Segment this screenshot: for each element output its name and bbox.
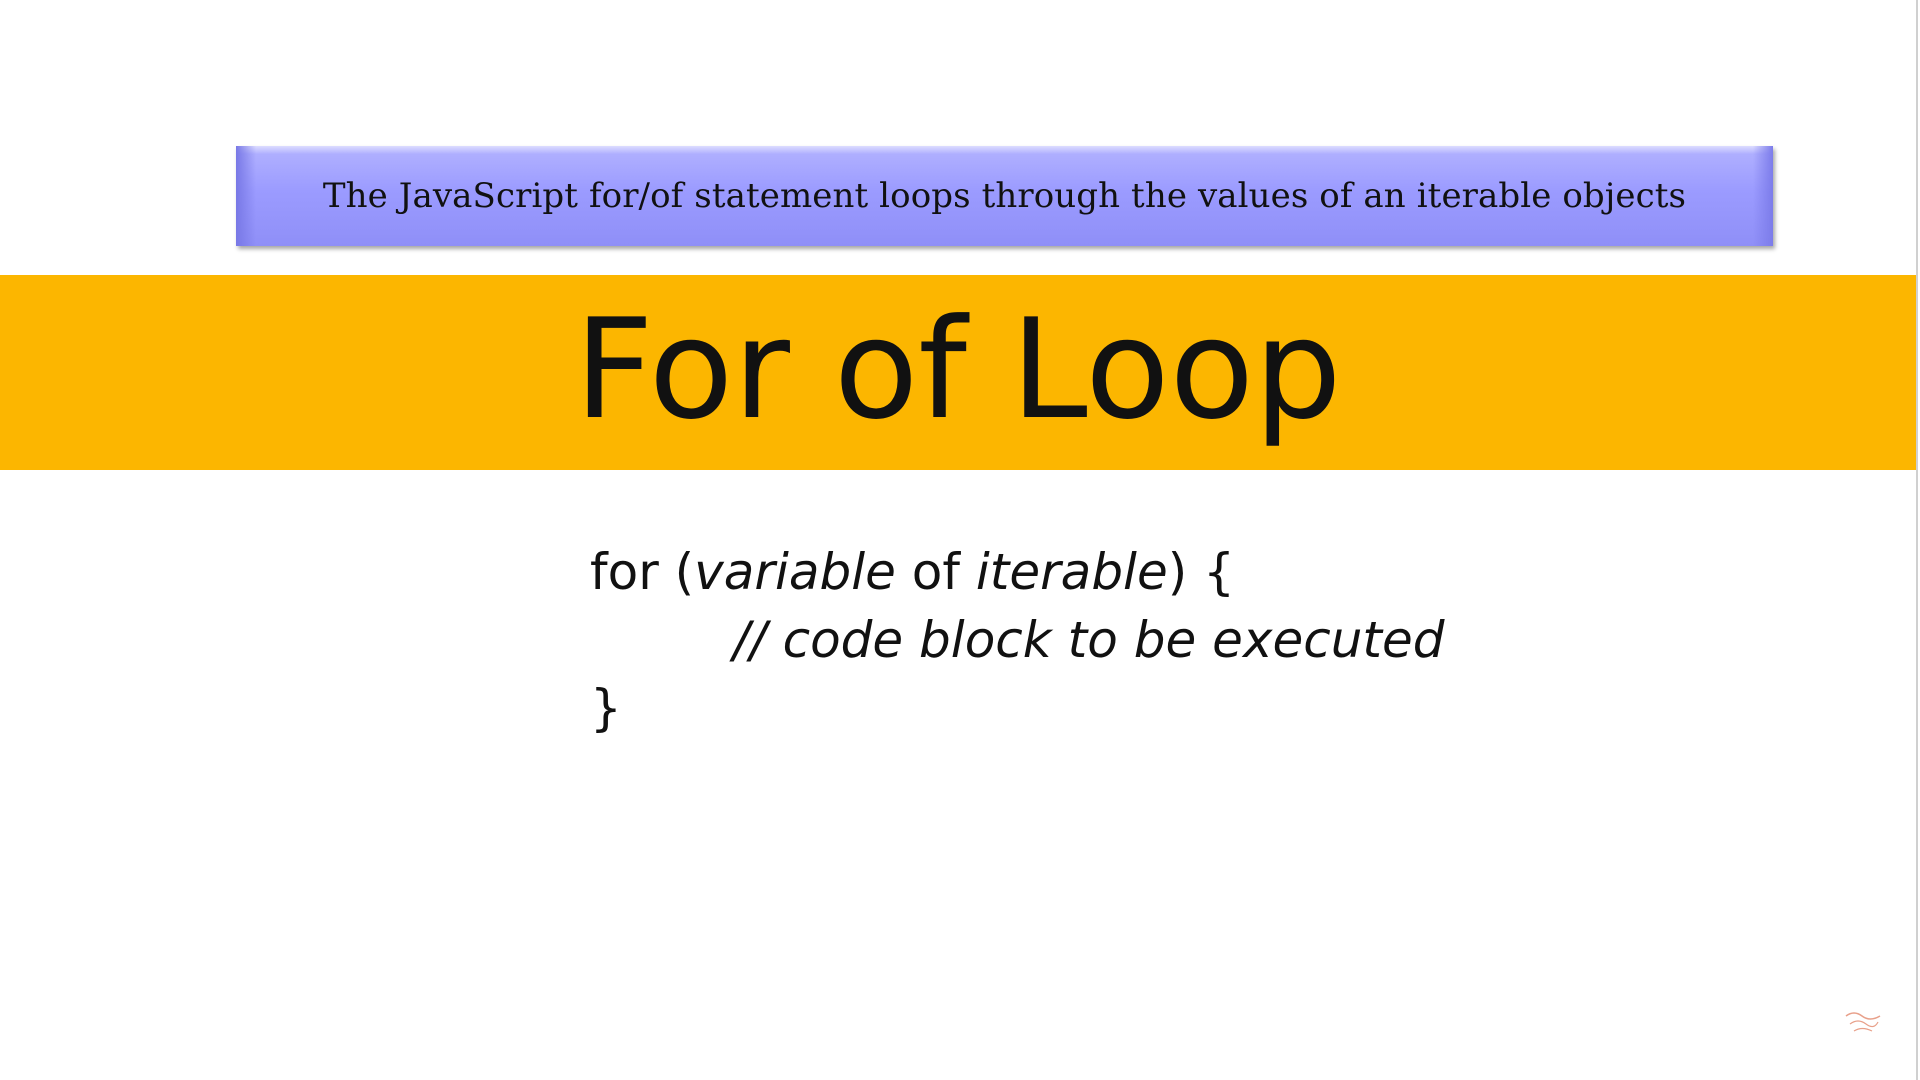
syntax-line-1: for (variable of iterable) { xyxy=(590,538,1445,606)
syntax-comment: // code block to be executed xyxy=(733,611,1445,669)
syntax-open-brace: ) { xyxy=(1167,543,1235,601)
slide-title: For of Loop xyxy=(574,289,1342,450)
slide: The JavaScript for/of statement loops th… xyxy=(0,0,1920,1080)
banner-text: The JavaScript for/of statement loops th… xyxy=(322,176,1687,216)
syntax-for-keyword: for ( xyxy=(590,543,695,601)
description-banner: The JavaScript for/of statement loops th… xyxy=(236,146,1773,246)
syntax-line-3: } xyxy=(590,674,1445,742)
syntax-iterable: iterable xyxy=(975,543,1168,601)
syntax-variable: variable xyxy=(694,543,896,601)
syntax-close-brace: } xyxy=(590,679,622,737)
channel-logo-icon xyxy=(1842,1008,1884,1038)
syntax-block: for (variable of iterable) { // code blo… xyxy=(590,538,1445,742)
syntax-line-2: // code block to be executed xyxy=(590,606,1445,674)
syntax-of-keyword: of xyxy=(895,543,976,601)
right-edge-line xyxy=(1916,0,1918,1080)
title-band: For of Loop xyxy=(0,275,1916,470)
